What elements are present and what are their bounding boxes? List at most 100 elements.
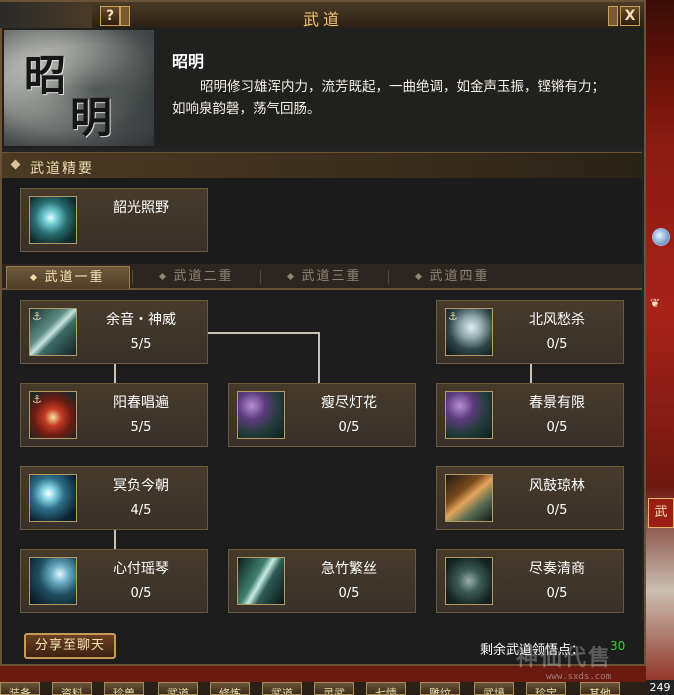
wave-icon[interactable] [29, 557, 77, 605]
menu-item-other[interactable]: 其他 [580, 682, 620, 695]
side-orb-icon[interactable] [652, 228, 670, 246]
school-description: 昭明修习雄浑内力，流芳既起，一曲绝调，如金声玉振，铿锵有力；如响泉韵磬，荡气回肠… [172, 79, 605, 117]
harp-icon[interactable]: ⚓ [29, 308, 77, 356]
tab-label: 武道二重 [173, 269, 234, 284]
skill-card[interactable]: 尽奏清商 0/5 [436, 549, 624, 613]
menu-item-cultivation[interactable]: 修炼 [210, 682, 250, 695]
description-box: 昭明 昭明修习雄浑内力，流芳既起，一曲绝调，如金声玉振，铿锵有力；如响泉韵磬，荡… [158, 28, 644, 148]
header: 昭 明 昭明 昭明修习雄浑内力，流芳既起，一曲绝调，如金声玉振，铿锵有力；如响泉… [2, 28, 644, 148]
tree-connector [114, 528, 116, 550]
share-to-chat-button[interactable]: 分享至聊天 [24, 633, 116, 659]
skill-name: 阳春唱遍 [113, 395, 169, 411]
skill-card[interactable]: 瘦尽灯花 0/5 [228, 383, 416, 447]
purple-orb-icon[interactable] [445, 391, 493, 439]
menu-item-profile[interactable]: 资料 [52, 682, 92, 695]
flute-icon[interactable] [237, 557, 285, 605]
window-title: 武道 [302, 10, 343, 29]
section-label: 武道精要 [30, 161, 94, 177]
tab-label: 武道四重 [429, 269, 490, 284]
skill-name: 春景有限 [529, 395, 585, 411]
game-scene-edge: ❦ 武 249 [646, 0, 674, 695]
level-badge-icon: ⚓ [32, 310, 42, 323]
skill-card[interactable]: 春景有限 0/5 [436, 383, 624, 447]
menu-item-engraving[interactable]: 雕纹 [420, 682, 460, 695]
diamond-icon [30, 273, 38, 282]
tab-label: 武道三重 [301, 269, 362, 284]
menu-item-skills[interactable]: 武道 [158, 682, 198, 695]
skill-name: 北风愁杀 [529, 312, 585, 328]
tab-tier-3[interactable]: 武道三重 [264, 266, 386, 288]
tab-divider [260, 270, 261, 284]
skill-name: 余音・神威 [106, 312, 176, 328]
menu-item-treasure[interactable]: 珍宝 [526, 682, 566, 695]
tree-connector [530, 364, 532, 384]
skill-level: 0/5 [130, 586, 152, 601]
bottom-menu-bar: 装备 资料 珍兽 武道 修炼 武道 灵武 七情 雕纹 武境 珍宝 其他 [0, 682, 648, 695]
essential-skill-name: 韶光照野 [113, 200, 169, 216]
wudao-window: ? 武道 X 昭 明 昭明 昭明修习雄浑内力，流芳既起，一曲绝调，如金声玉振，铿… [0, 0, 646, 666]
skill-level: 4/5 [130, 503, 152, 518]
skill-level: 0/5 [546, 420, 568, 435]
skill-level: 0/5 [546, 503, 568, 518]
skill-name: 瘦尽灯花 [321, 395, 377, 411]
skill-level: 0/5 [338, 586, 360, 601]
skill-level: 0/5 [546, 586, 568, 601]
school-name: 昭明 [172, 52, 205, 71]
diamond-icon [10, 159, 21, 170]
ring-icon[interactable] [445, 557, 493, 605]
tab-label: 武道一重 [44, 270, 105, 285]
title-bar[interactable]: ? 武道 X [0, 2, 644, 29]
watermark-url: www.sxds.com [546, 672, 612, 682]
level-badge-icon: ⚓ [32, 393, 42, 406]
skill-card[interactable]: ⚓ 余音・神威 5/5 [20, 300, 208, 364]
tab-tier-2[interactable]: 武道二重 [136, 266, 258, 288]
menu-item-emotions[interactable]: 七情 [366, 682, 406, 695]
skill-name: 尽奏清商 [529, 561, 585, 577]
menu-item-equipment[interactable]: 装备 [0, 682, 40, 695]
skill-card[interactable]: ⚓ 阳春唱遍 5/5 [20, 383, 208, 447]
skill-level: 5/5 [130, 420, 152, 435]
diamond-icon [287, 272, 295, 281]
skill-card[interactable]: 心付瑶琴 0/5 [20, 549, 208, 613]
section-header-essentials: 武道精要 [2, 152, 642, 180]
tier-tabs: 武道一重 武道二重 武道三重 武道四重 [2, 264, 642, 290]
skill-level: 5/5 [130, 337, 152, 352]
skill-name: 冥负今朝 [113, 478, 169, 494]
menu-item-pets[interactable]: 珍兽 [104, 682, 144, 695]
level-badge-icon: ⚓ [448, 310, 458, 323]
skill-name: 风鼓琼林 [529, 478, 585, 494]
side-glyph-icon: ❦ [650, 296, 661, 310]
tree-connector [208, 332, 320, 334]
tab-divider [132, 270, 133, 284]
red-flower-icon[interactable]: ⚓ [29, 391, 77, 439]
portrait-char-2: 明 [70, 93, 113, 142]
essentials-area: 韶光照野 [2, 178, 642, 264]
tab-tier-1[interactable]: 武道一重 [6, 266, 130, 289]
titlebar-ornament-right [608, 6, 618, 26]
ghost-icon[interactable]: ⚓ [445, 308, 493, 356]
skill-name: 急竹繁丝 [321, 561, 377, 577]
essential-skill-card[interactable]: 韶光照野 [20, 188, 208, 252]
close-button[interactable]: X [620, 6, 640, 26]
school-portrait: 昭 明 [4, 30, 154, 146]
menu-item-spirit-weapon[interactable]: 灵武 [314, 682, 354, 695]
menu-item-realm[interactable]: 武境 [474, 682, 514, 695]
tab-tier-4[interactable]: 武道四重 [392, 266, 514, 288]
skill-card[interactable]: 风鼓琼林 0/5 [436, 466, 624, 530]
skill-card[interactable]: 冥负今朝 4/5 [20, 466, 208, 530]
purple-swirl-icon[interactable] [237, 391, 285, 439]
cyan-burst-icon[interactable] [29, 474, 77, 522]
diamond-icon [159, 272, 167, 281]
portrait-char-1: 昭 [24, 51, 67, 100]
orange-slash-icon[interactable] [445, 474, 493, 522]
side-number: 249 [646, 680, 674, 695]
skill-tree: ⚓ 余音・神威 5/5 ⚓ 北风愁杀 0/5 ⚓ 阳春唱遍 5/5 瘦尽灯花 0… [2, 290, 642, 620]
side-tag[interactable]: 武 [648, 498, 674, 528]
teal-burst-icon[interactable] [29, 196, 77, 244]
skill-card[interactable]: 急竹繁丝 0/5 [228, 549, 416, 613]
skill-card[interactable]: ⚓ 北风愁杀 0/5 [436, 300, 624, 364]
diamond-icon [415, 272, 423, 281]
skill-name: 心付瑶琴 [113, 561, 169, 577]
menu-item-wudao[interactable]: 武道 [262, 682, 302, 695]
skill-level: 0/5 [338, 420, 360, 435]
